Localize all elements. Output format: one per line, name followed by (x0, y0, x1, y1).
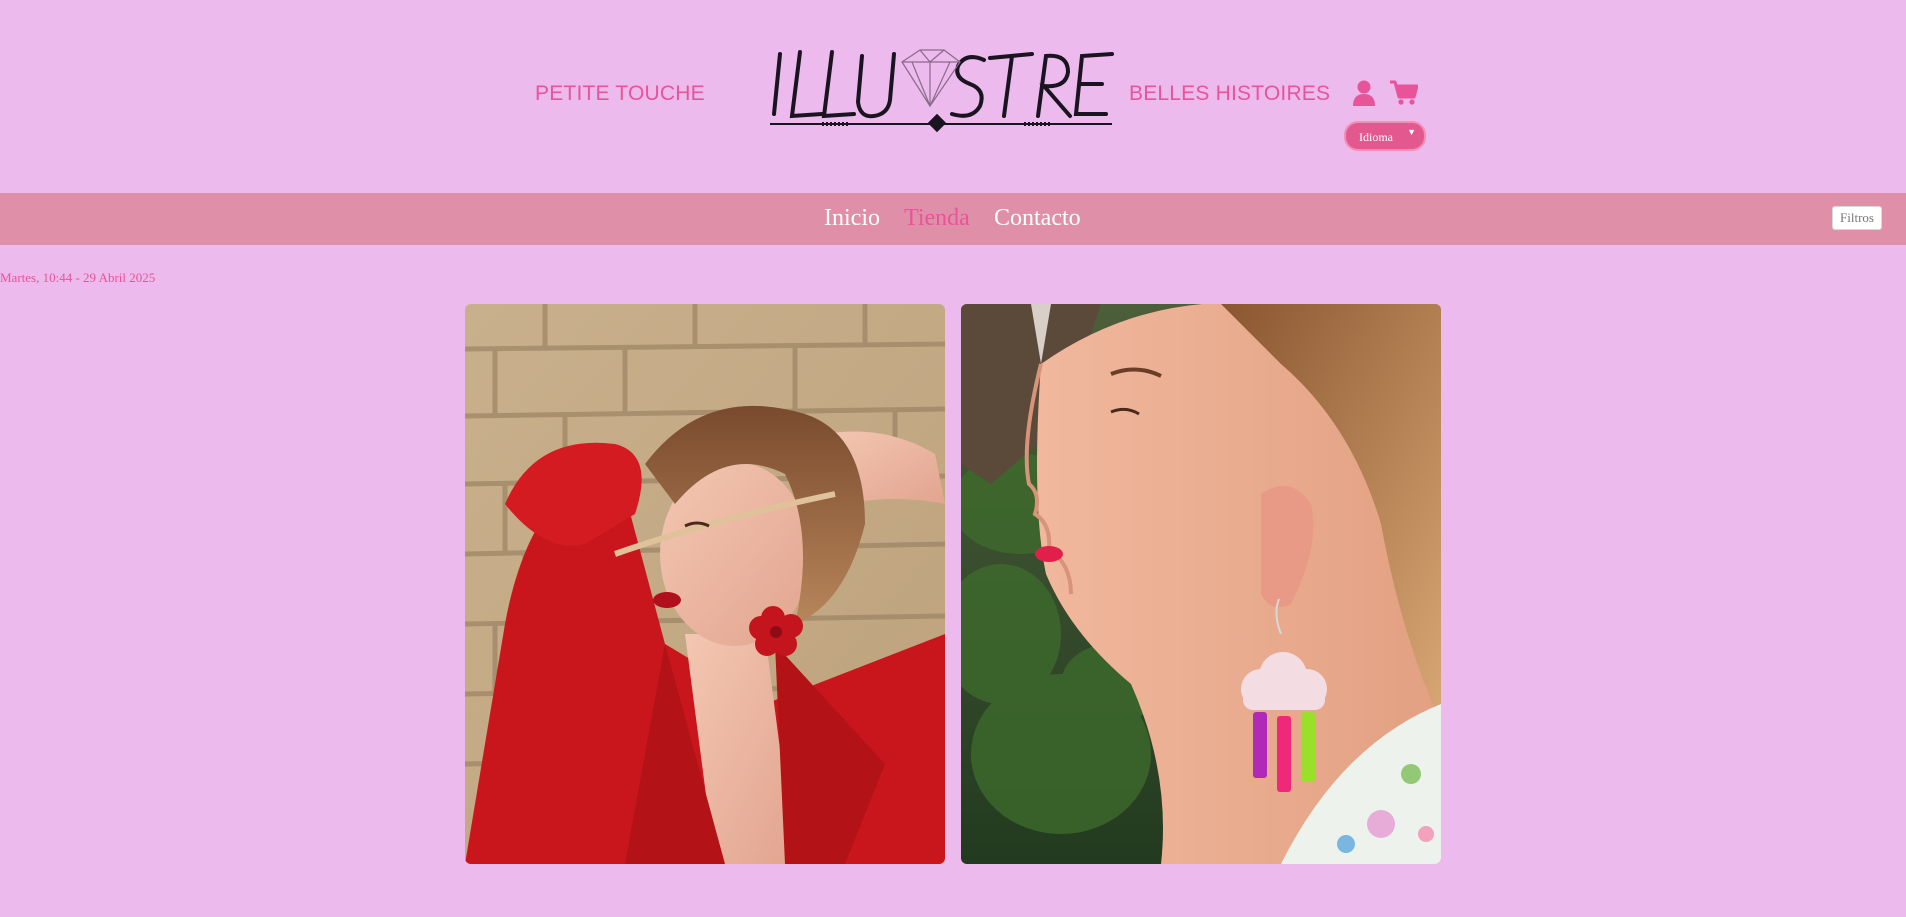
site-header: PETITE TOUCHE BELLES HISTOIRES Idioma ▼ (0, 0, 1906, 193)
language-select-label: Idioma (1359, 130, 1393, 144)
petite-touche-link[interactable]: PETITE TOUCHE (535, 82, 705, 106)
language-select[interactable]: Idioma ▼ (1344, 121, 1426, 151)
product-card-red-flower-earring[interactable] (465, 304, 945, 864)
product-card-cloud-rainbow-earring[interactable] (961, 304, 1441, 864)
filters-button[interactable]: Filtros (1832, 206, 1882, 230)
illustre-logo[interactable] (762, 44, 1116, 140)
product-image (961, 304, 1441, 864)
user-account-icon[interactable] (1352, 80, 1376, 106)
menu-item-inicio[interactable]: Inicio (824, 205, 880, 232)
belles-histoires-link[interactable]: BELLES HISTOIRES (1129, 82, 1330, 106)
menu-item-tienda[interactable]: Tienda (904, 205, 970, 232)
shopping-cart-icon[interactable] (1390, 80, 1419, 106)
main-menu: Inicio Tienda Contacto Filtros (0, 193, 1906, 245)
current-datetime: Martes, 10:44 - 29 Abril 2025 (0, 270, 156, 285)
product-image (465, 304, 945, 864)
menu-item-contacto[interactable]: Contacto (994, 205, 1081, 232)
chevron-down-icon: ▼ (1407, 127, 1416, 137)
